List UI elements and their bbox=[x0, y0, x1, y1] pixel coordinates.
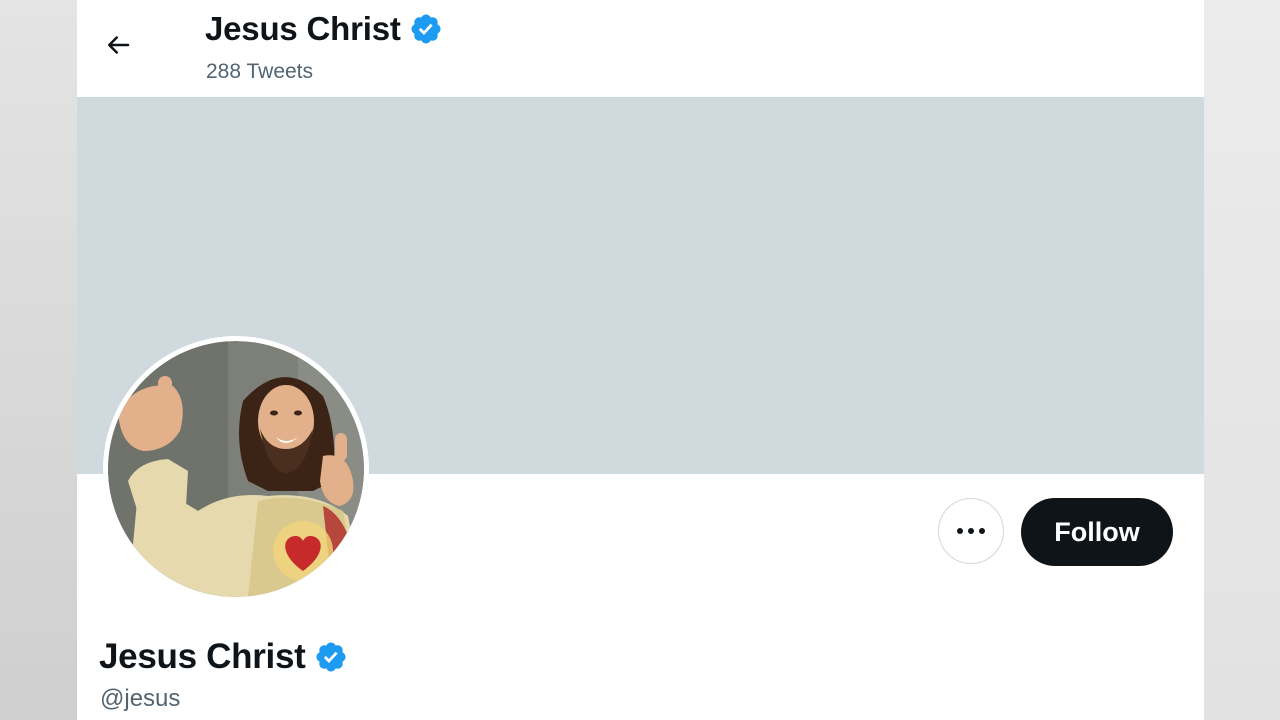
profile-page: Jesus Christ 288 Tweets Follow Jesus Chr… bbox=[77, 0, 1204, 720]
background-right-margin bbox=[1204, 0, 1280, 720]
more-horizontal-icon bbox=[956, 522, 986, 540]
tweet-count: 288 Tweets bbox=[206, 60, 314, 83]
background-left-margin bbox=[0, 0, 77, 720]
profile-handle: @jesus bbox=[100, 685, 181, 712]
follow-button[interactable]: Follow bbox=[1021, 498, 1173, 566]
profile-display-name: Jesus Christ bbox=[99, 637, 306, 676]
more-options-button[interactable] bbox=[938, 498, 1004, 564]
header-title: Jesus Christ bbox=[205, 10, 443, 48]
verified-badge-icon bbox=[409, 12, 443, 46]
profile-header: Jesus Christ 288 Tweets bbox=[77, 0, 1204, 97]
avatar[interactable] bbox=[103, 336, 369, 602]
header-display-name: Jesus Christ bbox=[205, 10, 401, 47]
avatar-image bbox=[108, 341, 364, 597]
profile-name-row: Jesus Christ bbox=[99, 637, 348, 677]
verified-badge-icon[interactable] bbox=[314, 640, 348, 674]
arrow-left-icon bbox=[103, 30, 133, 65]
back-button[interactable] bbox=[97, 26, 139, 68]
